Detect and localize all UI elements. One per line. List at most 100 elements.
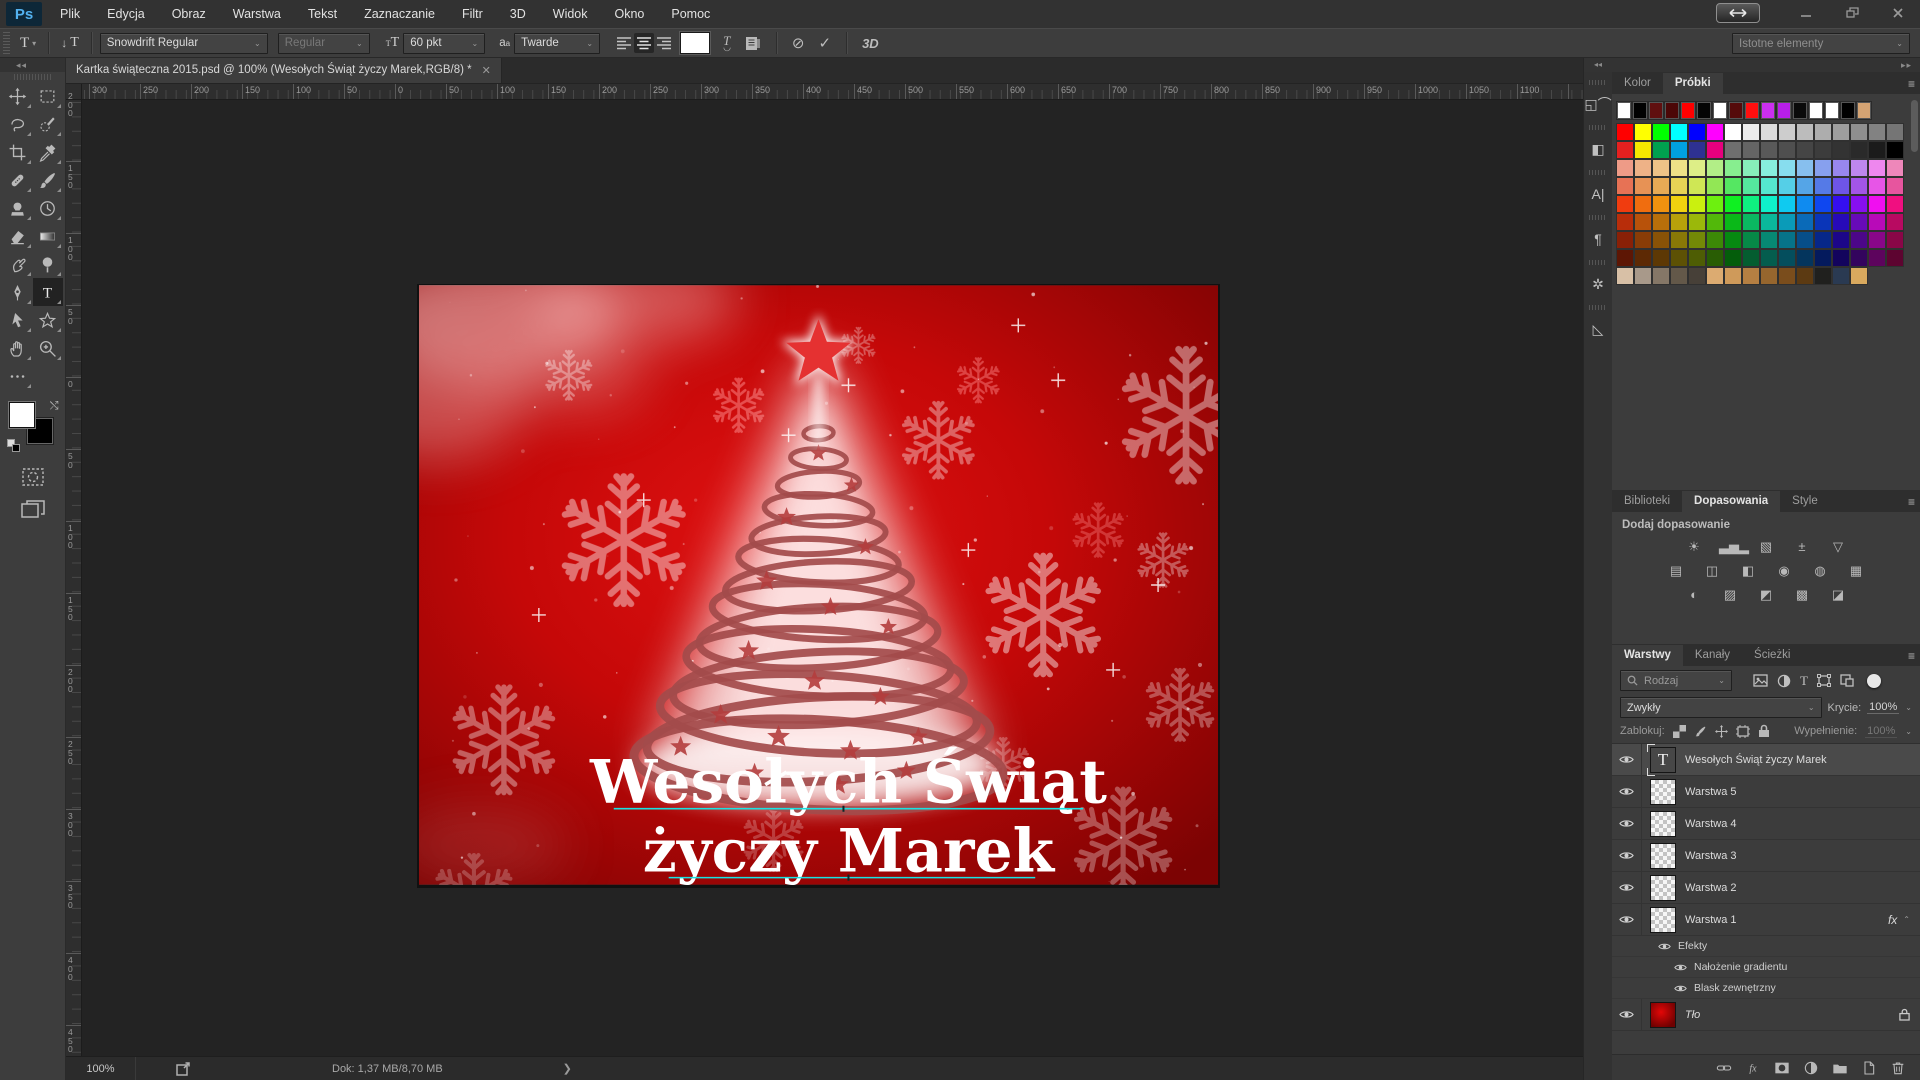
recent-swatch[interactable]	[1808, 101, 1824, 120]
swatch[interactable]	[1742, 123, 1760, 141]
menu-3d[interactable]: 3D	[510, 7, 526, 21]
swatch[interactable]	[1706, 213, 1724, 231]
effect-visibility-toggle[interactable]	[1674, 963, 1687, 972]
black-white-adjustment-icon[interactable]: ◧	[1737, 563, 1759, 579]
swatch[interactable]	[1796, 177, 1814, 195]
tab-style[interactable]: Style	[1780, 491, 1830, 512]
effect-row[interactable]: Nałożenie gradientu	[1612, 957, 1920, 978]
filter-type-layers-icon[interactable]: T	[1800, 673, 1808, 689]
swatch[interactable]	[1796, 123, 1814, 141]
swatch[interactable]	[1814, 249, 1832, 267]
filter-pixel-layers-icon[interactable]	[1753, 674, 1768, 687]
swatch[interactable]	[1706, 123, 1724, 141]
warp-text-button[interactable]: T◡	[716, 33, 738, 53]
swatch[interactable]	[1706, 141, 1724, 159]
layer-visibility-toggle[interactable]	[1612, 840, 1642, 871]
swatch[interactable]	[1814, 123, 1832, 141]
marquee-tool[interactable]	[33, 82, 63, 110]
swatch[interactable]	[1868, 249, 1886, 267]
layer-row[interactable]: Warstwa 3	[1612, 840, 1920, 872]
foreground-color-well[interactable]	[9, 402, 35, 428]
layer-filter-select[interactable]: Rodzaj⌄	[1620, 670, 1732, 691]
filter-smart-objects-icon[interactable]	[1840, 674, 1854, 687]
swatch[interactable]	[1886, 159, 1904, 177]
swatch[interactable]	[1670, 177, 1688, 195]
swatch[interactable]	[1634, 177, 1652, 195]
delete-layer-icon[interactable]	[1890, 1060, 1906, 1076]
swatch[interactable]	[1814, 231, 1832, 249]
link-layers-icon[interactable]	[1716, 1060, 1732, 1076]
layer-row[interactable]: Warstwa 1fx⌃	[1612, 904, 1920, 936]
screen-mode-button[interactable]	[21, 500, 45, 518]
layer-visibility-toggle[interactable]	[1612, 776, 1642, 807]
layer-thumbnail[interactable]	[1650, 811, 1676, 837]
tab-kolor[interactable]: Kolor	[1612, 73, 1663, 94]
effect-visibility-toggle[interactable]	[1658, 942, 1671, 951]
new-group-icon[interactable]	[1832, 1060, 1848, 1076]
selective-color-adjustment-icon[interactable]: ◪	[1827, 587, 1849, 603]
swatch[interactable]	[1832, 267, 1850, 285]
swatch[interactable]	[1706, 249, 1724, 267]
toggle-panels-button[interactable]	[738, 36, 768, 51]
fill-chevron[interactable]: ⌄	[1905, 727, 1912, 736]
fill-value[interactable]: 100%	[1865, 725, 1897, 738]
swatch[interactable]	[1616, 213, 1634, 231]
move-tool[interactable]	[3, 82, 33, 110]
effect-row[interactable]: Blask zewnętrzny	[1612, 978, 1920, 999]
swatch[interactable]	[1724, 267, 1742, 285]
swatch[interactable]	[1688, 267, 1706, 285]
path-selection-tool[interactable]	[3, 306, 33, 334]
recent-swatch[interactable]	[1728, 101, 1744, 120]
vibrance-adjustment-icon[interactable]: ▽	[1827, 539, 1849, 555]
swatch[interactable]	[1670, 141, 1688, 159]
recent-swatch[interactable]	[1712, 101, 1728, 120]
close-button[interactable]	[1892, 7, 1912, 19]
color-balance-adjustment-icon[interactable]: ◫	[1701, 563, 1723, 579]
swatch[interactable]	[1850, 231, 1868, 249]
workspace-select[interactable]: Istotne elementy⌄	[1732, 33, 1910, 54]
swatch[interactable]	[1868, 141, 1886, 159]
swatch[interactable]	[1616, 195, 1634, 213]
swatch[interactable]	[1832, 231, 1850, 249]
swatch[interactable]	[1814, 141, 1832, 159]
swatch[interactable]	[1652, 159, 1670, 177]
swatch[interactable]	[1760, 231, 1778, 249]
layer-name[interactable]: Warstwa 3	[1685, 850, 1737, 862]
layer-style-icon[interactable]: fx	[1745, 1060, 1761, 1076]
swatch[interactable]	[1634, 159, 1652, 177]
swatch[interactable]	[1814, 213, 1832, 231]
swatch[interactable]	[1886, 213, 1904, 231]
spot-healing-tool[interactable]	[3, 166, 33, 194]
swatch[interactable]	[1760, 249, 1778, 267]
swatch[interactable]	[1634, 249, 1652, 267]
layer-visibility-toggle[interactable]	[1612, 744, 1642, 775]
menu-edycja[interactable]: Edycja	[107, 7, 145, 21]
custom-shape-tool[interactable]	[33, 306, 63, 334]
swatch[interactable]	[1688, 141, 1706, 159]
swatch[interactable]	[1778, 195, 1796, 213]
swatch[interactable]	[1724, 249, 1742, 267]
color-lookup-adjustment-icon[interactable]: ▦	[1845, 563, 1867, 579]
layer-filtering-toggle[interactable]	[1867, 674, 1881, 688]
swatch[interactable]	[1652, 123, 1670, 141]
collapse-effects-chevron[interactable]: ⌃	[1903, 915, 1910, 924]
layer-visibility-toggle[interactable]	[1612, 872, 1642, 903]
swatch[interactable]	[1634, 123, 1652, 141]
swatch[interactable]	[1688, 249, 1706, 267]
swatch[interactable]	[1850, 195, 1868, 213]
swatch[interactable]	[1886, 177, 1904, 195]
swatch[interactable]	[1796, 231, 1814, 249]
swatch[interactable]	[1742, 249, 1760, 267]
font-family-select[interactable]: Snowdrift Regular⌄	[100, 33, 268, 54]
swatch[interactable]	[1742, 231, 1760, 249]
add-mask-icon[interactable]	[1774, 1060, 1790, 1076]
swatch[interactable]	[1652, 213, 1670, 231]
swatch[interactable]	[1886, 249, 1904, 267]
swatch[interactable]	[1814, 195, 1832, 213]
opacity-value[interactable]: 100%	[1867, 701, 1899, 714]
tab-dopasowania[interactable]: Dopasowania	[1682, 491, 1780, 512]
swatch[interactable]	[1760, 267, 1778, 285]
swatch[interactable]	[1850, 177, 1868, 195]
menu-filtr[interactable]: Filtr	[462, 7, 483, 21]
layer-name[interactable]: Warstwa 5	[1685, 786, 1737, 798]
